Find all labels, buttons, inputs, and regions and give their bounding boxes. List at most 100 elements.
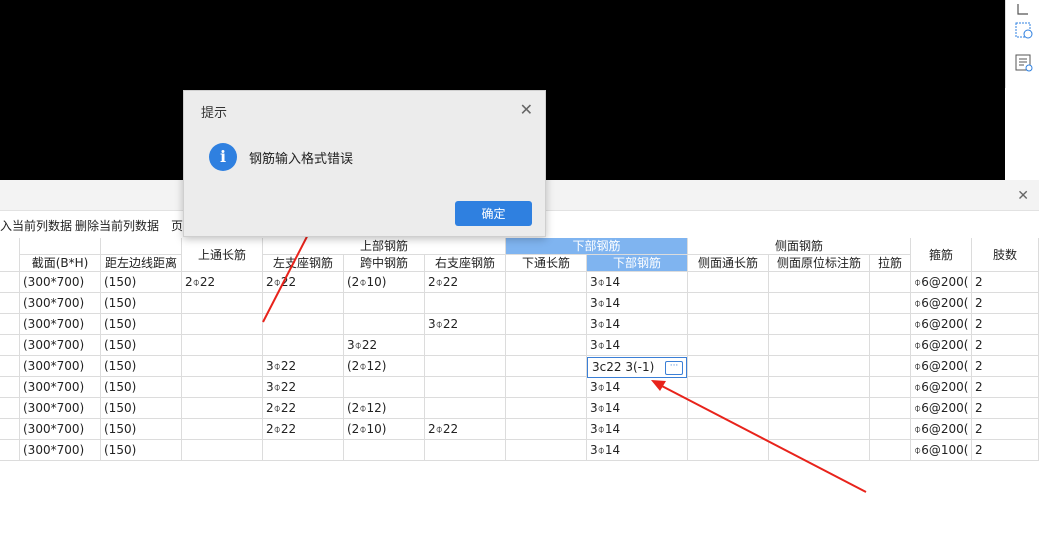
table-cell[interactable] <box>870 335 911 356</box>
row-indicator[interactable] <box>0 272 20 293</box>
table-cell[interactable]: 2 <box>972 272 1039 293</box>
toolbar-insert-column-button[interactable]: 入当前列数据 <box>0 217 72 234</box>
table-cell[interactable]: ⌽6@200( <box>911 398 972 419</box>
table-cell[interactable] <box>769 293 870 314</box>
table-cell[interactable] <box>425 356 506 377</box>
table-cell[interactable]: (2⌽10) <box>344 419 425 440</box>
table-cell[interactable]: ⌽6@200( <box>911 356 972 377</box>
table-cell[interactable] <box>506 335 587 356</box>
header-stirrup[interactable]: 箍筋 <box>911 238 972 272</box>
table-cell[interactable]: (150) <box>101 440 182 461</box>
table-cell[interactable] <box>688 377 769 398</box>
row-indicator[interactable] <box>0 314 20 335</box>
table-cell[interactable]: (300*700) <box>20 335 101 356</box>
row-indicator[interactable] <box>0 419 20 440</box>
table-cell[interactable] <box>182 314 263 335</box>
table-cell[interactable] <box>182 293 263 314</box>
table-cell[interactable]: 3⌽14 <box>587 398 688 419</box>
table-cell[interactable]: 2 <box>972 398 1039 419</box>
table-cell[interactable]: 2 <box>972 335 1039 356</box>
table-cell[interactable] <box>870 419 911 440</box>
table-cell[interactable] <box>870 398 911 419</box>
header-edge-distance[interactable]: 距左边线距离 <box>101 255 182 272</box>
table-cell[interactable] <box>870 377 911 398</box>
header-top-through[interactable]: 上通长筋 <box>182 238 263 272</box>
table-cell[interactable]: (300*700) <box>20 293 101 314</box>
table-cell[interactable] <box>769 377 870 398</box>
table-cell[interactable] <box>263 293 344 314</box>
header-section[interactable]: 截面(B*H) <box>20 255 101 272</box>
table-cell[interactable] <box>688 293 769 314</box>
table-cell[interactable] <box>688 398 769 419</box>
table-cell[interactable]: ⌽6@200( <box>911 314 972 335</box>
table-cell[interactable] <box>769 419 870 440</box>
table-cell[interactable]: 2⌽22 <box>425 272 506 293</box>
ok-button[interactable]: 确定 <box>455 201 532 226</box>
table-cell[interactable]: (150) <box>101 398 182 419</box>
table-cell[interactable] <box>870 293 911 314</box>
table-cell[interactable]: (150) <box>101 419 182 440</box>
table-cell[interactable]: 2 <box>972 419 1039 440</box>
table-cell[interactable]: 2 <box>972 356 1039 377</box>
table-cell[interactable]: ⌽6@100( <box>911 440 972 461</box>
ellipsis-icon[interactable]: ··· <box>665 361 683 375</box>
table-cell[interactable]: ⌽6@200( <box>911 293 972 314</box>
header-bottom-bar[interactable]: 下部钢筋 <box>587 255 688 272</box>
table-cell[interactable]: (300*700) <box>20 356 101 377</box>
table-cell[interactable]: 3⌽22 <box>263 356 344 377</box>
table-cell[interactable] <box>688 335 769 356</box>
table-cell[interactable]: (150) <box>101 272 182 293</box>
header-side-orig[interactable]: 侧面原位标注筋 <box>769 255 870 272</box>
table-cell[interactable]: ⌽6@200( <box>911 377 972 398</box>
table-cell[interactable] <box>182 335 263 356</box>
table-cell[interactable]: (150) <box>101 314 182 335</box>
table-cell[interactable] <box>425 377 506 398</box>
table-cell[interactable]: (300*700) <box>20 398 101 419</box>
table-cell[interactable] <box>506 356 587 377</box>
table-cell[interactable] <box>425 293 506 314</box>
table-cell[interactable]: 2⌽22 <box>182 272 263 293</box>
table-cell[interactable] <box>769 314 870 335</box>
table-cell[interactable]: 3⌽14 <box>587 440 688 461</box>
table-cell[interactable] <box>769 335 870 356</box>
table-cell[interactable] <box>506 293 587 314</box>
table-cell[interactable] <box>344 440 425 461</box>
header-tie[interactable]: 拉筋 <box>870 255 911 272</box>
table-cell[interactable] <box>344 314 425 335</box>
table-cell[interactable]: (150) <box>101 377 182 398</box>
toolbar-delete-column-button[interactable]: 删除当前列数据 <box>75 217 159 234</box>
table-cell[interactable]: 2⌽22 <box>263 272 344 293</box>
table-cell[interactable]: (2⌽10) <box>344 272 425 293</box>
table-cell[interactable]: 2⌽22 <box>263 398 344 419</box>
table-cell[interactable]: 3⌽14 <box>587 419 688 440</box>
table-cell[interactable]: (150) <box>101 356 182 377</box>
table-cell[interactable] <box>425 335 506 356</box>
table-cell[interactable] <box>769 440 870 461</box>
table-cell[interactable] <box>506 272 587 293</box>
table-cell[interactable] <box>870 440 911 461</box>
row-indicator[interactable] <box>0 356 20 377</box>
table-cell[interactable] <box>506 419 587 440</box>
table-cell[interactable]: (300*700) <box>20 272 101 293</box>
bottom-bar-edit-cell[interactable]: 3c22 3(-1) ··· <box>587 357 687 378</box>
toolbar-page-button[interactable]: 页 <box>171 217 183 234</box>
header-bottom-through[interactable]: 下通长筋 <box>506 255 587 272</box>
table-cell[interactable] <box>506 440 587 461</box>
table-cell[interactable]: (300*700) <box>20 314 101 335</box>
table-cell[interactable] <box>688 314 769 335</box>
row-indicator[interactable] <box>0 440 20 461</box>
table-cell[interactable]: ⌽6@200( <box>911 335 972 356</box>
table-cell[interactable]: 2 <box>972 314 1039 335</box>
table-cell[interactable] <box>769 356 870 377</box>
table-cell[interactable] <box>182 356 263 377</box>
table-cell[interactable] <box>182 377 263 398</box>
table-cell[interactable] <box>769 398 870 419</box>
table-cell[interactable] <box>870 272 911 293</box>
table-cell[interactable] <box>769 272 870 293</box>
table-cell[interactable] <box>263 335 344 356</box>
table-cell[interactable] <box>506 377 587 398</box>
panel-close-icon[interactable]: ✕ <box>1017 188 1029 204</box>
table-cell[interactable]: 3⌽22 <box>344 335 425 356</box>
table-cell[interactable] <box>182 419 263 440</box>
close-icon[interactable]: ✕ <box>520 100 533 119</box>
